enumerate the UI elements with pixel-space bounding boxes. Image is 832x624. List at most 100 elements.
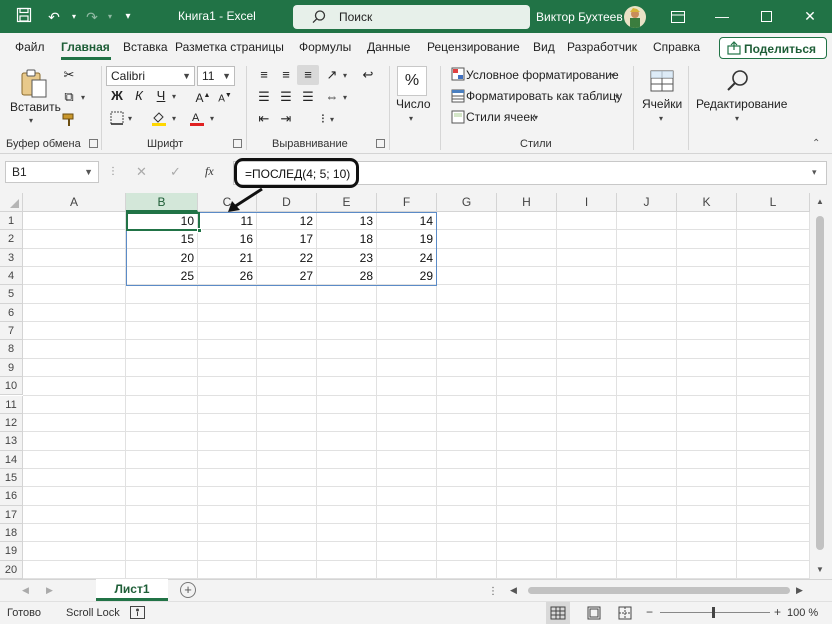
paste-icon[interactable] (18, 68, 50, 100)
column-header[interactable]: H (497, 193, 557, 212)
borders-icon[interactable] (106, 108, 128, 128)
normal-view-icon[interactable] (546, 602, 570, 624)
align-left-icon[interactable]: ☰ (253, 87, 275, 107)
find-icon[interactable] (723, 66, 753, 96)
redo-icon[interactable]: ↷ (82, 7, 102, 27)
fill-color-icon[interactable] (148, 108, 170, 128)
cancel-icon[interactable]: ✕ (136, 164, 147, 180)
row-header[interactable]: 17 (0, 505, 23, 524)
row-header[interactable]: 20 (0, 560, 23, 579)
row-header[interactable]: 2 (0, 230, 23, 249)
paste-label[interactable]: Вставить (10, 100, 61, 114)
tab-file[interactable]: Файл (15, 40, 45, 54)
row-header[interactable]: 14 (0, 450, 23, 469)
editing-dropdown-icon[interactable]: ▾ (735, 114, 739, 123)
user-name[interactable]: Виктор Бухтеев (536, 10, 623, 24)
grow-font-icon[interactable]: A▲ (192, 86, 214, 106)
row-header[interactable]: 12 (0, 413, 23, 433)
zoom-out-icon[interactable]: − (646, 605, 653, 619)
row-header[interactable]: 5 (0, 285, 23, 304)
zoom-slider-thumb[interactable] (712, 607, 715, 618)
row-header[interactable]: 4 (0, 267, 23, 286)
column-header[interactable]: G (437, 193, 497, 212)
maximize-icon[interactable] (744, 0, 788, 33)
align-right-icon[interactable]: ☰ (297, 87, 319, 107)
format-painter-icon[interactable] (58, 110, 80, 130)
column-header[interactable]: B (126, 193, 198, 212)
row-header[interactable]: 19 (0, 542, 23, 561)
format-as-table-label[interactable]: Форматировать как таблицу (466, 89, 622, 103)
font-size-dropdown[interactable]: 11 ▼ (197, 66, 235, 86)
tab-data[interactable]: Данные (367, 40, 410, 54)
close-icon[interactable]: ✕ (788, 0, 832, 33)
row-header[interactable]: 3 (0, 248, 23, 268)
row-header[interactable]: 10 (0, 377, 23, 396)
alignment-launcher-icon[interactable] (376, 139, 385, 148)
cells-icon[interactable] (647, 66, 677, 96)
bold-button[interactable]: Ж (106, 86, 128, 106)
align-bottom-icon[interactable]: ≡ (297, 65, 319, 85)
decrease-indent-icon[interactable]: ⇤ (253, 109, 275, 129)
row-header[interactable]: 18 (0, 523, 23, 543)
tab-view[interactable]: Вид (533, 40, 555, 54)
fill-handle[interactable] (197, 228, 202, 233)
name-box[interactable]: B1 ▼ (5, 161, 99, 183)
avatar[interactable] (624, 6, 646, 28)
row-header[interactable]: 9 (0, 358, 23, 378)
horizontal-scroll-thumb[interactable] (528, 587, 790, 594)
increase-indent-icon[interactable]: ⇥ (275, 109, 297, 129)
save-icon[interactable] (14, 7, 34, 27)
copy-icon[interactable]: ⧉ (58, 87, 80, 107)
tab-developer[interactable]: Разработчик (567, 40, 637, 54)
cut-icon[interactable]: ✂ (58, 65, 80, 85)
add-sheet-icon[interactable]: + (180, 582, 196, 598)
number-label[interactable]: Число (396, 97, 431, 111)
conditional-dropdown-icon[interactable]: ▾ (611, 71, 615, 80)
active-cell[interactable] (126, 212, 200, 231)
share-button[interactable]: Поделиться (719, 37, 827, 59)
tab-help[interactable]: Справка (653, 40, 700, 54)
row-header[interactable]: 15 (0, 468, 23, 488)
tab-formulas[interactable]: Формулы (299, 40, 351, 54)
next-sheet-icon[interactable]: ▶ (46, 585, 53, 596)
page-break-view-icon[interactable] (618, 606, 632, 620)
cell-styles-label[interactable]: Стили ячеек (466, 110, 535, 124)
tab-review[interactable]: Рецензирование (427, 40, 520, 54)
collapse-ribbon-icon[interactable]: ⌃ (812, 138, 820, 149)
copy-dropdown-icon[interactable]: ▾ (81, 93, 85, 102)
align-top-icon[interactable]: ≡ (253, 65, 275, 85)
merge-dropdown-icon[interactable]: ▾ (343, 93, 347, 102)
orientation-dropdown-icon[interactable]: ▾ (343, 71, 347, 80)
row-header[interactable]: 13 (0, 432, 23, 451)
column-header[interactable]: J (617, 193, 677, 212)
column-header[interactable]: K (677, 193, 737, 212)
fill-color-dropdown-icon[interactable]: ▾ (172, 114, 176, 123)
conditional-format-label[interactable]: Условное форматирование (466, 68, 619, 82)
scroll-up-icon[interactable]: ▲ (816, 197, 824, 206)
undo-icon[interactable]: ↶ (44, 7, 64, 27)
ribbon-display-icon[interactable] (656, 0, 700, 33)
row-header[interactable]: 1 (0, 212, 23, 231)
expand-formula-icon[interactable]: ▾ (812, 167, 817, 178)
font-name-dropdown[interactable]: Calibri ▼ (106, 66, 195, 86)
drag-handle-icon[interactable]: ⋮ (108, 165, 118, 179)
undo-dropdown-icon[interactable]: ▾ (64, 7, 84, 27)
redo-dropdown-icon[interactable]: ▾ (100, 7, 120, 27)
column-header[interactable]: I (557, 193, 617, 212)
underline-dropdown-icon[interactable]: ▾ (172, 92, 176, 101)
accessibility-icon[interactable] (130, 606, 145, 619)
tab-page-layout[interactable]: Разметка страницы (175, 40, 284, 54)
vertical-scroll-thumb[interactable] (816, 216, 824, 550)
number-dropdown-icon[interactable]: ▾ (409, 114, 413, 123)
font-launcher-icon[interactable] (233, 139, 242, 148)
enter-icon[interactable]: ✓ (170, 164, 181, 180)
format-as-table-dropdown-icon[interactable]: ▾ (615, 92, 619, 101)
merge-cells-icon[interactable]: ⇔ (321, 87, 343, 107)
scroll-down-icon[interactable]: ▼ (816, 565, 824, 574)
italic-button[interactable]: К (128, 86, 150, 106)
column-header[interactable]: A (23, 193, 126, 212)
zoom-in-icon[interactable]: + (774, 605, 781, 619)
cell-styles-dropdown-icon[interactable]: ▾ (534, 113, 538, 122)
search-box[interactable]: Поиск (293, 5, 530, 29)
borders-dropdown-icon[interactable]: ▾ (128, 114, 132, 123)
